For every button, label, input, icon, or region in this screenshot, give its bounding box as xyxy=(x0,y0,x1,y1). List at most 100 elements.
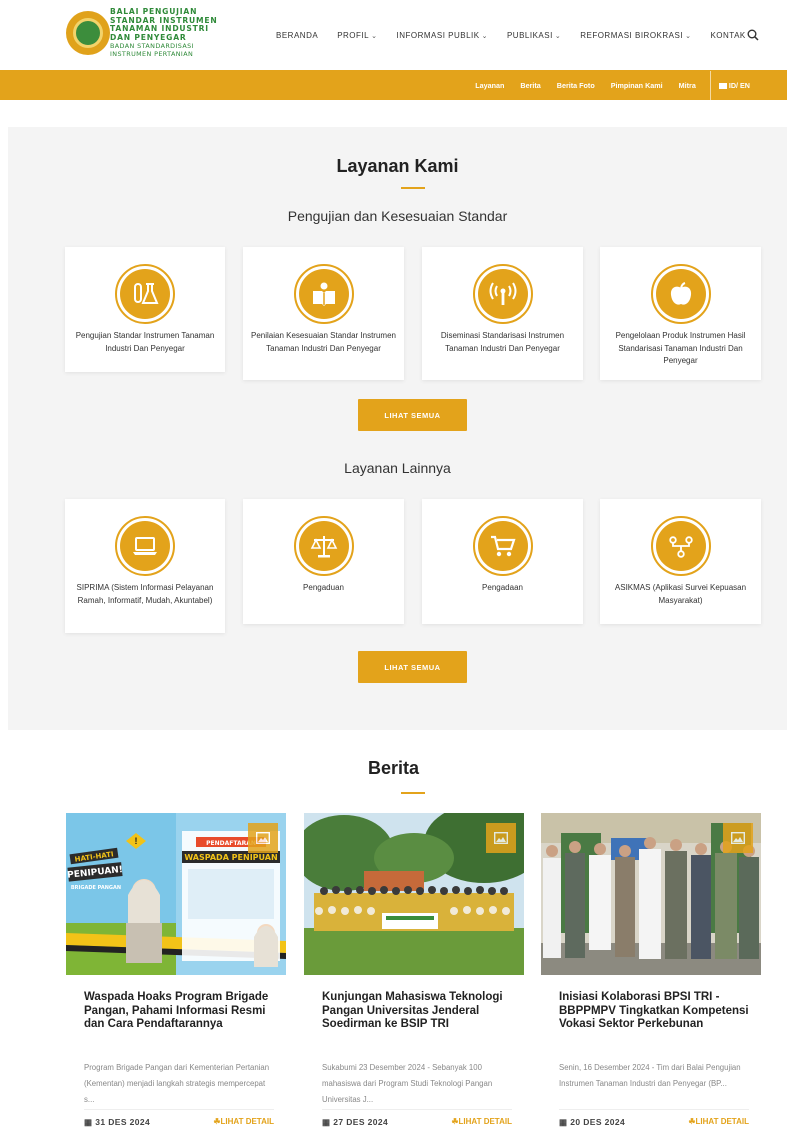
service-card[interactable]: Pengaduan xyxy=(243,499,404,624)
divider xyxy=(84,1109,274,1110)
nav-publikasi[interactable]: PUBLIKASI ⌄ xyxy=(507,31,561,40)
read-more-label: LIHAT DETAIL xyxy=(458,1117,512,1126)
service-icon-circle xyxy=(115,516,175,576)
group1-title: Pengujian dan Kesesuaian Standar xyxy=(287,208,508,224)
image-badge xyxy=(248,823,278,853)
service-icon-circle xyxy=(650,516,711,576)
poster-text: BRIGADE PANGAN xyxy=(71,885,121,891)
service-label: Pengelolaan Produk Instrumen Hasil Stand… xyxy=(615,331,746,365)
chevron-down-icon: ⌄ xyxy=(371,33,378,40)
language-label: ID/ EN xyxy=(728,81,750,90)
news-excerpt: Sukabumi 23 Desember 2024 - Sebanyak 100… xyxy=(322,1063,493,1104)
read-more-link[interactable]: ☘LIHAT DETAIL xyxy=(688,1117,749,1126)
news-card[interactable]: Inisiasi Kolaborasi BPSI TRI - BBPPMPV T… xyxy=(541,813,761,1139)
service-icon-circle xyxy=(293,516,354,576)
poster-text: WASPADA PENIPUAN xyxy=(184,853,277,862)
news-footer: ▦ 20 DES 2024 ☘LIHAT DETAIL xyxy=(559,1117,749,1129)
nav-label: REFORMASI BIROKRASI xyxy=(580,31,684,40)
sub-nav: Layanan Berita Berita Foto Pimpinan Kami… xyxy=(459,70,750,101)
group2-title: Layanan Lainnya xyxy=(344,460,451,476)
nav-label: INFORMASI PUBLIK xyxy=(396,31,480,40)
see-all-button[interactable]: LIHAT SEMUA xyxy=(358,399,467,431)
service-label: SIPRIMA (Sistem Informasi Pelayanan Rama… xyxy=(76,583,214,605)
nav-informasi-publik[interactable]: INFORMASI PUBLIK ⌄ xyxy=(396,31,488,40)
date-text: 27 DES 2024 xyxy=(333,1117,389,1127)
service-label: ASIKMAS (Aplikasi Survei Kepuasan Masyar… xyxy=(614,583,747,605)
subnav-berita[interactable]: Berita xyxy=(520,81,540,90)
read-more-link[interactable]: ☘LIHAT DETAIL xyxy=(213,1117,274,1126)
read-more-link[interactable]: ☘LIHAT DETAIL xyxy=(451,1117,512,1126)
service-card[interactable]: SIPRIMA (Sistem Informasi Pelayanan Rama… xyxy=(65,499,225,633)
site-logo[interactable] xyxy=(66,11,110,55)
service-card[interactable]: ASIKMAS (Aplikasi Survei Kepuasan Masyar… xyxy=(600,499,761,624)
language-switch[interactable]: ID/ EN xyxy=(718,81,750,90)
nav-reformasi-birokrasi[interactable]: REFORMASI BIROKRASI ⌄ xyxy=(580,31,691,40)
news-footer: ▦ 31 DES 2024 ☘LIHAT DETAIL xyxy=(84,1117,274,1129)
chevron-down-icon: ⌄ xyxy=(554,33,562,40)
nav-label: KONTAK xyxy=(710,31,746,40)
service-icon-circle xyxy=(650,264,711,324)
flag-icon xyxy=(718,83,727,90)
service-card[interactable]: Diseminasi Standarisasi Instrumen Tanama… xyxy=(422,247,583,380)
date-text: 20 DES 2024 xyxy=(570,1117,626,1127)
main-nav: BERANDA PROFIL ⌄ INFORMASI PUBLIK ⌄ PUBLIK… xyxy=(276,31,765,40)
brand-name[interactable]: BALAI PENGUJIAN STANDAR INSTRUMEN TANAMA… xyxy=(110,7,230,59)
image-badge xyxy=(723,823,753,853)
service-card[interactable]: Pengujian Standar Instrumen Tanaman Indu… xyxy=(65,247,225,372)
date-text: 31 DES 2024 xyxy=(95,1117,151,1127)
reading-icon xyxy=(312,282,335,306)
site-header: BALAI PENGUJIAN STANDAR INSTRUMEN TANAMA… xyxy=(0,0,787,70)
image-badge xyxy=(486,823,516,853)
news-headline[interactable]: Waspada Hoaks Program Brigade Pangan, Pa… xyxy=(84,991,274,1032)
service-icon-circle xyxy=(293,264,354,324)
hand-icon: ☘ xyxy=(688,1117,696,1126)
nav-label: PUBLIKASI xyxy=(506,31,553,40)
news-headline[interactable]: Inisiasi Kolaborasi BPSI TRI - BBPPMPV T… xyxy=(559,991,749,1032)
subnav-layanan[interactable]: Layanan xyxy=(475,81,504,90)
brand-line: BADAN STANDARDISASI xyxy=(110,42,194,51)
title-underline xyxy=(401,792,425,794)
divider xyxy=(559,1109,749,1110)
image-icon xyxy=(256,832,270,844)
chevron-down-icon: ⌄ xyxy=(685,33,692,40)
service-label: Pengujian Standar Instrumen Tanaman Indu… xyxy=(75,331,215,353)
service-card[interactable]: Penilaian Kesesuaian Standar Instrumen T… xyxy=(243,247,404,380)
service-card[interactable]: Pengadaan xyxy=(422,499,583,624)
apple-icon xyxy=(670,282,691,305)
search-icon[interactable] xyxy=(747,29,759,41)
see-all-button[interactable]: LIHAT SEMUA xyxy=(358,651,467,683)
subnav-berita-foto[interactable]: Berita Foto xyxy=(557,81,595,90)
hand-icon: ☘ xyxy=(213,1117,221,1126)
services-title: Layanan Kami xyxy=(336,156,459,176)
news-excerpt: Senin, 16 Desember 2024 - Tim dari Balai… xyxy=(559,1063,741,1088)
nav-kontak[interactable]: KONTAK xyxy=(710,31,745,40)
read-more-label: LIHAT DETAIL xyxy=(695,1117,749,1126)
service-label: Penilaian Kesesuaian Standar Instrumen T… xyxy=(251,331,396,353)
service-icon-circle xyxy=(115,264,175,324)
service-label: Pengaduan xyxy=(303,583,344,592)
service-card[interactable]: Pengelolaan Produk Instrumen Hasil Stand… xyxy=(600,247,761,380)
cart-icon xyxy=(490,535,516,557)
news-card[interactable]: WASPADA PENIPUAN PENDAFTARAN ! HATI-HATI… xyxy=(66,813,286,1139)
nav-profil[interactable]: PROFIL ⌄ xyxy=(337,31,377,40)
news-card[interactable]: Kunjungan Mahasiswa Teknologi Pangan Uni… xyxy=(304,813,524,1139)
read-more-label: LIHAT DETAIL xyxy=(220,1117,274,1126)
title-underline xyxy=(401,187,425,189)
news-headline[interactable]: Kunjungan Mahasiswa Teknologi Pangan Uni… xyxy=(322,991,512,1032)
subnav-pimpinan-kami[interactable]: Pimpinan Kami xyxy=(611,81,663,90)
calendar-icon: ▦ xyxy=(84,1117,96,1127)
subnav-mitra[interactable]: Mitra xyxy=(679,81,696,90)
brand-line: DAN PENYEGAR xyxy=(110,32,187,42)
laptop-icon xyxy=(133,537,157,555)
flask-icon xyxy=(134,283,159,304)
antenna-icon xyxy=(489,282,516,305)
news-excerpt: Program Brigade Pangan dari Kementerian … xyxy=(84,1063,270,1104)
sub-nav-bar: Layanan Berita Berita Foto Pimpinan Kami… xyxy=(0,70,787,101)
nav-label: BERANDA xyxy=(276,31,319,40)
nav-beranda[interactable]: BERANDA xyxy=(276,31,318,40)
news-date: ▦ 31 DES 2024 xyxy=(84,1117,150,1128)
image-icon xyxy=(494,832,508,844)
brand-line: INSTRUMEN PERTANIAN xyxy=(110,50,194,59)
nav-label: PROFIL xyxy=(337,31,370,40)
service-label: Diseminasi Standarisasi Instrumen Tanama… xyxy=(440,331,565,353)
